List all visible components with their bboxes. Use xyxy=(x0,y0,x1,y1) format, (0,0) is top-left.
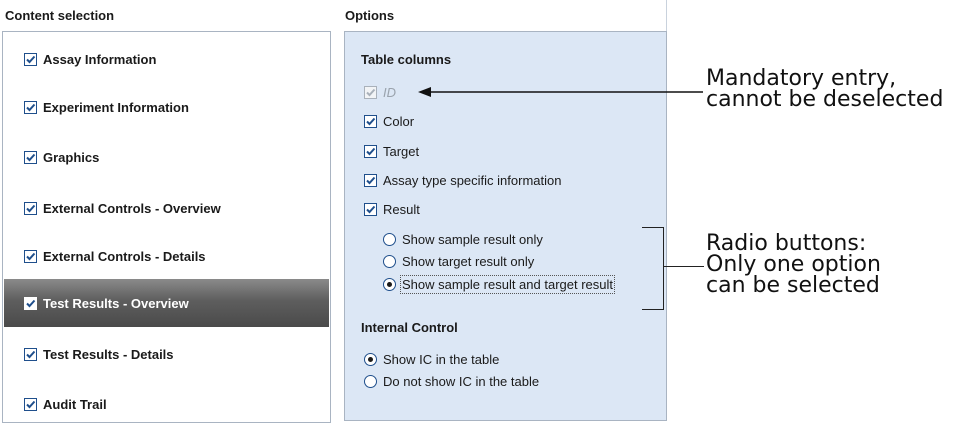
option-assay-type-specific-information[interactable]: Assay type specific information xyxy=(364,173,561,188)
bracket-vertical xyxy=(663,227,664,310)
radio-label: Do not show IC in the table xyxy=(383,374,540,389)
radio-show-sample-and-target-result[interactable]: Show sample result and target result xyxy=(383,275,615,294)
external-controls-details-checkbox[interactable] xyxy=(24,249,37,263)
radio-button[interactable] xyxy=(364,375,377,388)
target-label: Target xyxy=(383,144,420,159)
radio-show-target-result-only[interactable]: Show target result only xyxy=(383,254,534,269)
options-header: Options xyxy=(345,8,395,23)
content-item-external-controls-details[interactable]: External Controls - Details xyxy=(4,232,329,280)
radio-do-not-show-ic-in-table[interactable]: Do not show IC in the table xyxy=(364,374,539,389)
option-result[interactable]: Result xyxy=(364,202,420,217)
radio-label: Show sample result and target result xyxy=(400,275,615,294)
radio-show-ic-in-table[interactable]: Show IC in the table xyxy=(364,352,499,367)
radio-button[interactable] xyxy=(383,278,396,291)
experiment-information-checkbox[interactable] xyxy=(24,100,37,114)
color-checkbox[interactable] xyxy=(364,115,377,128)
option-target[interactable]: Target xyxy=(364,144,419,159)
table-columns-title: Table columns xyxy=(361,52,452,67)
color-label: Color xyxy=(383,114,415,129)
annotation-mandatory-entry: Mandatory entry, cannot be deselected xyxy=(706,66,944,112)
internal-control-title: Internal Control xyxy=(361,320,458,335)
content-item-label: External Controls - Overview xyxy=(43,200,221,216)
result-checkbox[interactable] xyxy=(364,203,377,216)
radio-label: Show sample result only xyxy=(402,232,543,247)
graphics-checkbox[interactable] xyxy=(24,150,37,164)
test-results-details-checkbox[interactable] xyxy=(24,347,37,361)
assay-type-checkbox[interactable] xyxy=(364,174,377,187)
content-item-external-controls-overview[interactable]: External Controls - Overview xyxy=(4,184,329,232)
content-item-assay-information[interactable]: Assay Information xyxy=(4,35,329,83)
content-item-label: Test Results - Overview xyxy=(43,295,189,311)
bracket-top xyxy=(642,227,663,228)
radio-label: Show IC in the table xyxy=(383,352,500,367)
content-item-audit-trail[interactable]: Audit Trail xyxy=(4,380,329,428)
mandatory-arrow-icon xyxy=(418,87,703,97)
id-checkbox xyxy=(364,86,377,99)
option-color[interactable]: Color xyxy=(364,114,414,129)
assay-information-checkbox[interactable] xyxy=(24,52,37,66)
radio-button[interactable] xyxy=(383,233,396,246)
target-checkbox[interactable] xyxy=(364,145,377,158)
assay-type-label: Assay type specific information xyxy=(383,173,562,188)
content-item-label: Graphics xyxy=(43,149,100,165)
content-item-graphics[interactable]: Graphics xyxy=(4,133,329,181)
content-item-label: External Controls - Details xyxy=(43,248,206,264)
bracket-pointer xyxy=(663,266,704,267)
content-selection-header: Content selection xyxy=(5,8,115,23)
test-results-overview-checkbox[interactable] xyxy=(24,296,37,310)
content-item-test-results-details[interactable]: Test Results - Details xyxy=(4,330,329,378)
content-item-label: Test Results - Details xyxy=(43,346,174,362)
content-item-experiment-information[interactable]: Experiment Information xyxy=(4,83,329,131)
annotation-radio-buttons: Radio buttons: Only one option can be se… xyxy=(706,231,881,298)
id-label: ID xyxy=(383,85,396,100)
content-item-label: Experiment Information xyxy=(43,99,189,115)
radio-button[interactable] xyxy=(364,353,377,366)
radio-label: Show target result only xyxy=(402,254,535,269)
bracket-bottom xyxy=(642,309,663,310)
content-item-test-results-overview[interactable]: Test Results - Overview xyxy=(4,279,329,327)
radio-button[interactable] xyxy=(383,255,396,268)
content-selection-list: Assay Information Experiment Information… xyxy=(2,31,331,423)
options-header-divider xyxy=(666,0,667,31)
result-label: Result xyxy=(383,202,420,217)
option-id: ID xyxy=(364,85,396,100)
content-item-label: Assay Information xyxy=(43,51,157,67)
content-item-label: Audit Trail xyxy=(43,396,107,412)
radio-show-sample-result-only[interactable]: Show sample result only xyxy=(383,232,543,247)
audit-trail-checkbox[interactable] xyxy=(24,397,37,411)
external-controls-overview-checkbox[interactable] xyxy=(24,201,37,215)
